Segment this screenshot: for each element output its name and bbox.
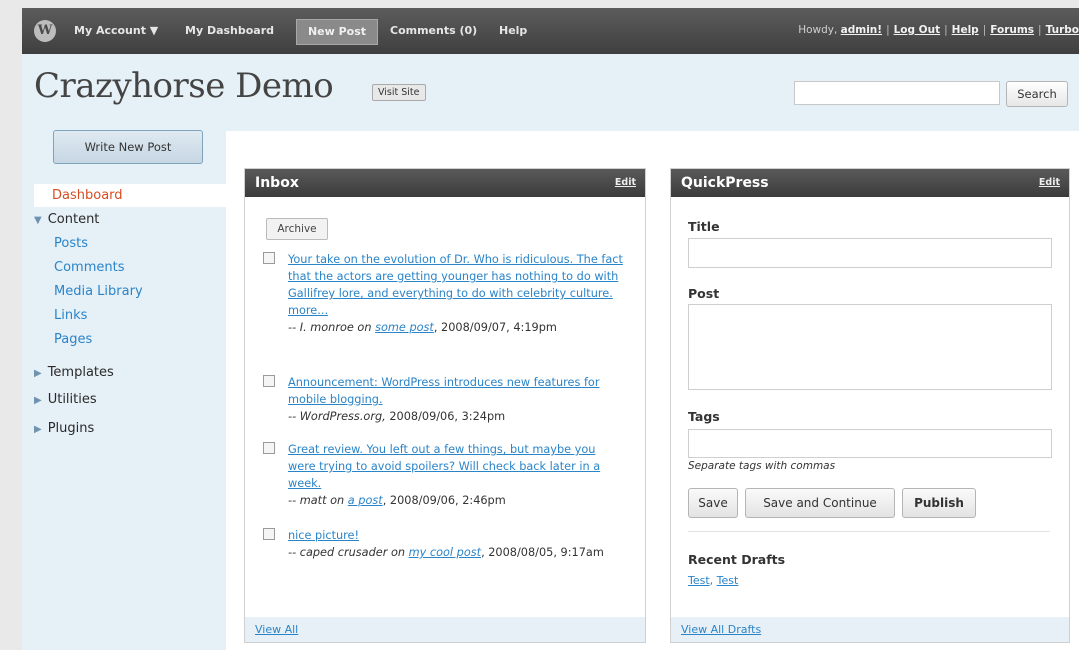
tags-field[interactable] [688,429,1052,458]
sidebar-item-pages[interactable]: Pages [54,332,92,347]
archive-button[interactable]: Archive [266,218,328,240]
collapsed-arrow-icon: ▶ [34,424,42,435]
user-links: Howdy, admin! | Log Out | Help | Forums | Turbo [798,24,1079,36]
sidebar-item-templates[interactable]: ▶ Templates [34,365,114,380]
howdy-text: Howdy, [798,24,838,36]
draft-link[interactable]: Test [717,574,739,587]
sidebar-item-links[interactable]: Links [54,308,87,323]
sidebar-plugins-label: Plugins [47,421,95,436]
post-link[interactable]: some post [375,321,434,334]
draft-link[interactable]: Test [688,574,710,587]
publish-button[interactable]: Publish [902,488,976,518]
post-link[interactable]: my cool post [409,546,481,559]
message-link[interactable]: Your take on the evolution of Dr. Who is… [288,251,626,302]
post-link[interactable]: a post [348,494,383,507]
quickpress-edit-link[interactable]: Edit [1039,169,1060,197]
inbox-view-all-link[interactable]: View All [245,617,645,642]
sidebar-item-posts[interactable]: Posts [54,236,88,251]
inbox-edit-link[interactable]: Edit [615,169,636,197]
sidebar-item-comments[interactable]: Comments [54,260,124,275]
message-meta: -- WordPress.org, 2008/09/06, 3:24pm [288,410,506,423]
save-button[interactable]: Save [688,488,738,518]
log-out-link[interactable]: Log Out [894,24,941,36]
my-dashboard-link[interactable]: My Dashboard [185,24,274,37]
message-meta: -- I. monroe on some post, 2008/09/07, 4… [288,321,557,334]
sidebar-utilities-label: Utilities [47,392,97,407]
tags-label: Tags [688,409,720,424]
message-link[interactable]: nice picture! [288,527,626,544]
sidebar-item-plugins[interactable]: ▶ Plugins [34,421,94,436]
help-top-link[interactable]: Help [952,24,979,36]
message-checkbox[interactable] [263,528,275,540]
inbox-message: Announcement: WordPress introduces new f… [263,374,626,425]
search-input[interactable] [794,81,1000,105]
admin-top-bar: W My Account ▼ My Dashboard New Post Com… [22,8,1079,54]
sidebar-item-dashboard[interactable]: Dashboard [34,184,226,207]
my-account-menu[interactable]: My Account ▼ [74,24,158,37]
message-link[interactable]: Great review. You left out a few things,… [288,441,626,492]
title-field[interactable] [688,238,1052,268]
sidebar-templates-label: Templates [47,365,114,380]
collapsed-arrow-icon: ▶ [34,368,42,379]
collapsed-arrow-icon: ▶ [34,395,42,406]
divider [688,531,1050,532]
wordpress-logo-icon[interactable]: W [34,20,56,42]
post-label: Post [688,286,720,301]
new-post-tab[interactable]: New Post [296,19,378,45]
inbox-message: nice picture! -- caped crusader on my co… [263,527,626,561]
user-profile-link[interactable]: admin! [841,24,882,36]
comments-link[interactable]: Comments (0) [390,24,477,37]
message-link[interactable]: Announcement: WordPress introduces new f… [288,374,626,408]
message-checkbox[interactable] [263,252,275,264]
message-meta: -- caped crusader on my cool post, 2008/… [288,546,604,559]
sidebar-item-media-library[interactable]: Media Library [54,284,143,299]
recent-drafts-list: Test, Test [688,574,739,587]
quickpress-header: QuickPress Edit [671,169,1069,197]
message-checkbox[interactable] [263,442,275,454]
turbo-link[interactable]: Turbo [1046,24,1079,36]
save-and-continue-button[interactable]: Save and Continue [745,488,895,518]
visit-site-button[interactable]: Visit Site [372,84,426,101]
message-checkbox[interactable] [263,375,275,387]
message-meta: -- matt on a post, 2008/09/06, 2:46pm [288,494,506,507]
write-new-post-button[interactable]: Write New Post [53,130,203,164]
expanded-arrow-icon: ▼ [34,215,42,226]
inbox-header: Inbox Edit [245,169,645,197]
post-textarea[interactable] [688,304,1052,390]
help-link[interactable]: Help [499,24,527,37]
title-label: Title [688,219,720,234]
search-button[interactable]: Search [1006,81,1068,107]
forums-link[interactable]: Forums [990,24,1034,36]
quickpress-title: QuickPress [681,175,769,191]
inbox-title: Inbox [255,175,299,191]
site-title: Crazyhorse Demo [34,66,334,106]
tags-hint: Separate tags with commas [688,460,836,472]
more-link[interactable]: more... [288,302,626,319]
sidebar-content-label: Content [47,212,100,227]
view-all-drafts-link[interactable]: View All Drafts [671,617,1069,642]
inbox-message: Your take on the evolution of Dr. Who is… [263,251,626,336]
recent-drafts-heading: Recent Drafts [688,552,786,567]
inbox-message: Great review. You left out a few things,… [263,441,626,509]
sidebar-item-content[interactable]: ▼ Content [34,212,99,227]
sidebar-item-utilities[interactable]: ▶ Utilities [34,392,97,407]
